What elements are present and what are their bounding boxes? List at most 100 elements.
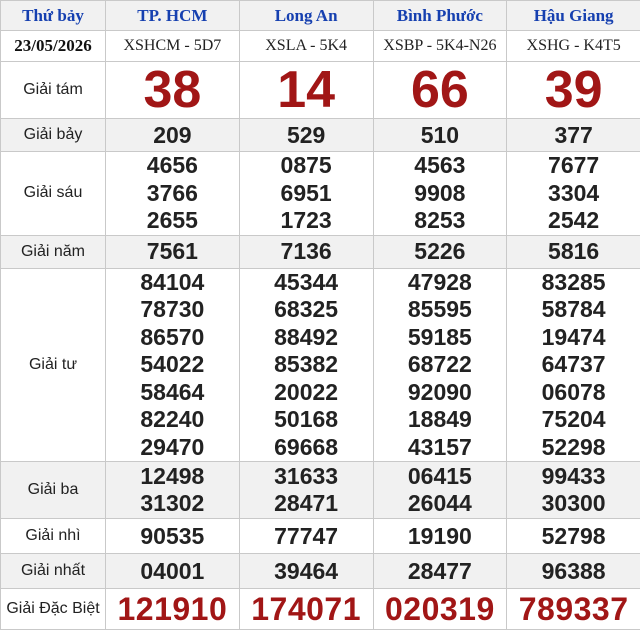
prize-number: 3766 [146,179,198,206]
prize-number: 84104 [140,268,205,295]
lottery-code-text: XSBP - 5K4-N26 [383,37,497,54]
prize-number: 31302 [140,490,205,516]
prize-number: 9908 [414,179,466,206]
prize-number: 47928 [407,268,472,295]
day-label-text: Thứ bảy [22,5,84,25]
prize-number: 58784 [541,296,606,322]
prize-number: 2655 [146,207,198,233]
prize-number: 19190 [372,518,508,554]
lottery-code-text: XSLA - 5K4 [265,37,348,54]
province-name-hcm[interactable]: TP. HCM [105,0,240,31]
prize-number: 06078 [541,378,606,405]
prize-number: 83285 [541,268,606,295]
prize-number: 26044 [407,490,472,516]
prize-number: 12498 [140,462,205,489]
province-name: Bình Phước [396,5,483,25]
prize-label: Giải ba [0,461,106,519]
prize-label: Giải Đặc Biệt [0,588,106,630]
province-name-hau-giang[interactable]: Hậu Giang [506,0,640,31]
lottery-code: XSHG - K4T5 [506,30,640,62]
prize-5-row: Giải năm 7561 7136 5226 5816 [0,234,640,269]
prize-cell: 99433 30300 [506,461,640,519]
prize-number: 66 [372,61,508,119]
prize-label: Giải tư [0,267,106,462]
prize-number: 29470 [140,433,205,460]
prize-number: 69668 [274,433,339,460]
prize-cell: 31633 28471 [238,461,374,519]
prize-cell: 7677 3304 2542 [506,151,640,236]
prize-number: 377 [506,118,640,152]
special-prize-number: 174071 [238,588,374,630]
code-row: 23/05/2026 XSHCM - 5D7 XSLA - 5K4 XSBP -… [0,30,640,62]
special-prize-number: 789337 [506,588,640,630]
draw-date-text: 23/05/2026 [14,36,92,55]
prize-number: 68325 [274,296,339,322]
special-prize-number: 020319 [372,588,508,630]
prize-number: 510 [372,118,508,152]
prize-number: 30300 [541,490,606,516]
prize-3-row: Giải ba 12498 31302 31633 28471 06415 26… [0,461,640,519]
prize-1-row: Giải nhất 04001 39464 28477 96388 [0,553,640,589]
prize-number: 86570 [140,323,205,350]
province-name-long-an[interactable]: Long An [238,0,374,31]
draw-date[interactable]: 23/05/2026 [0,30,106,62]
prize-label: Giải nhì [0,518,106,554]
prize-number: 18849 [407,406,472,432]
special-prize-number: 121910 [105,588,240,630]
prize-number: 68722 [407,351,472,377]
prize-cell: 83285 58784 19474 64737 06078 75204 5229… [506,267,640,462]
lottery-results-table: Thứ bảy TP. HCM Long An Bình Phước Hậu G… [0,0,640,630]
province-header-row: Thứ bảy TP. HCM Long An Bình Phước Hậu G… [0,0,640,31]
lottery-code: XSHCM - 5D7 [105,30,240,62]
prize-cell: 84104 78730 86570 54022 58464 82240 2947… [105,267,240,462]
prize-cell: 4656 3766 2655 [105,151,240,236]
prize-number: 39464 [238,553,374,589]
day-label[interactable]: Thứ bảy [0,0,106,31]
prize-number: 50168 [274,406,339,432]
prize-number: 4656 [146,152,198,178]
prize-number: 43157 [407,433,472,460]
prize-number: 5816 [506,234,640,269]
prize-cell: 0875 6951 1723 [238,151,374,236]
prize-number: 31633 [274,462,339,489]
prize-label: Giải bảy [0,118,106,152]
prize-number: 85382 [274,351,339,377]
prize-number: 88492 [274,323,339,350]
prize-number: 2542 [548,207,600,233]
prize-cell: 47928 85595 59185 68722 92090 18849 4315… [372,267,508,462]
prize-number: 96388 [506,553,640,589]
prize-number: 5226 [372,234,508,269]
prize-number: 77747 [238,518,374,554]
prize-number: 6951 [280,179,332,206]
prize-6-row: Giải sáu 4656 3766 2655 0875 6951 1723 4… [0,151,640,236]
prize-number: 64737 [541,351,606,377]
prize-number: 99433 [541,462,606,489]
province-name: TP. HCM [137,5,208,25]
province-name: Hậu Giang [533,5,614,25]
prize-cell: 12498 31302 [105,461,240,519]
prize-4-row: Giải tư 84104 78730 86570 54022 58464 82… [0,267,640,462]
prize-cell: 4563 9908 8253 [372,151,508,236]
prize-number: 04001 [105,553,240,589]
prize-number: 0875 [280,152,332,178]
prize-number: 54022 [140,351,205,377]
prize-number: 82240 [140,406,205,432]
prize-number: 3304 [548,179,600,206]
prize-number: 1723 [280,207,332,233]
prize-number: 20022 [274,378,339,405]
prize-label: Giải nhất [0,553,106,589]
prize-number: 529 [238,118,374,152]
prize-cell: 06415 26044 [372,461,508,519]
prize-number: 52798 [506,518,640,554]
prize-number: 28471 [274,490,339,516]
prize-number: 28477 [372,553,508,589]
prize-number: 78730 [140,296,205,322]
prize-number: 92090 [407,378,472,405]
lottery-code-text: XSHCM - 5D7 [123,37,222,54]
special-prize-row: Giải Đặc Biệt 121910 174071 020319 78933… [0,588,640,630]
prize-number: 7136 [238,234,374,269]
prize-number: 19474 [541,323,606,350]
prize-label: Giải năm [0,234,106,269]
province-name-binh-phuoc[interactable]: Bình Phước [372,0,508,31]
prize-number: 59185 [407,323,472,350]
